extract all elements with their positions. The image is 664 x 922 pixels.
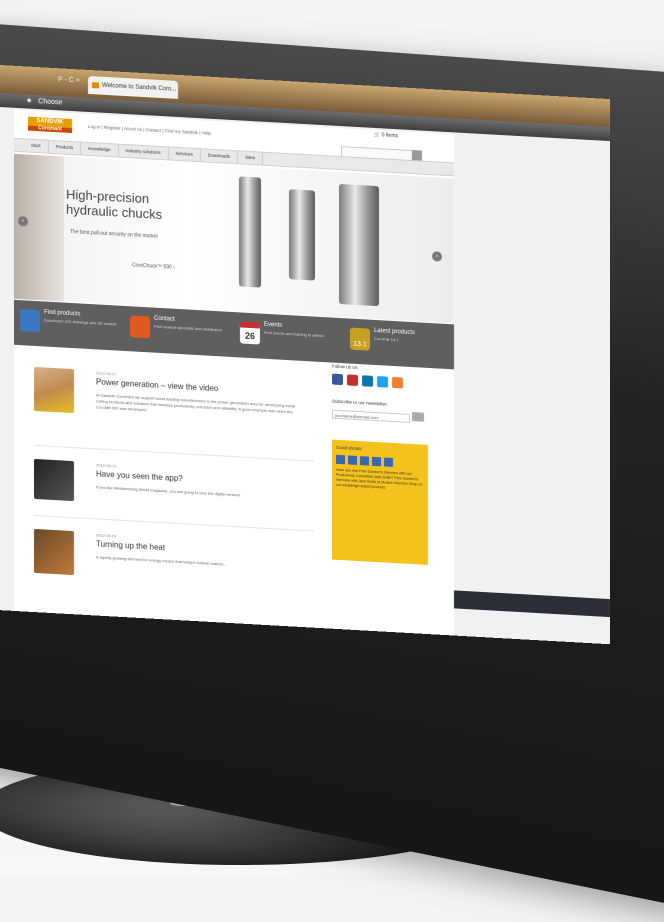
top-links[interactable]: Log in | Register | About us | Contact |… bbox=[88, 124, 211, 136]
cart-link[interactable]: 🛒 0 Items bbox=[374, 132, 398, 139]
catalog-icon bbox=[20, 309, 40, 333]
article-thumbnail bbox=[34, 528, 74, 576]
strip-latest-products[interactable]: 13.1 Latest products CoroPak 13.1 bbox=[344, 318, 454, 369]
menu-label[interactable]: Choose bbox=[38, 98, 62, 106]
monitor-screen: P - C × Welcome to Sandvik Coro... ★ Cho… bbox=[0, 65, 610, 645]
article-date: 2012-09-13 bbox=[96, 462, 117, 469]
hero-subtitle: The best pull-out security on the market bbox=[70, 228, 158, 240]
newsletter-label: Subscribe to our newsletter: bbox=[332, 398, 388, 407]
chat-icon bbox=[130, 315, 150, 339]
rss-icon[interactable] bbox=[392, 376, 403, 389]
tab-title: Welcome to Sandvik Coro... bbox=[102, 82, 177, 93]
newsletter-submit-button[interactable] bbox=[412, 412, 424, 422]
calendar-icon: 26 bbox=[240, 321, 260, 345]
strip-contact[interactable]: Contact Find nearest specialist and dist… bbox=[124, 306, 234, 357]
logo-subtext: Coromant bbox=[28, 125, 72, 134]
article-date: 2012-09-17 bbox=[96, 370, 117, 377]
nav-services[interactable]: Services bbox=[168, 147, 201, 162]
youtube-icon[interactable] bbox=[348, 455, 357, 465]
linkedin-icon[interactable] bbox=[362, 375, 373, 387]
sandvik-logo[interactable]: SANDVIK Coromant bbox=[28, 116, 72, 134]
twitter-icon[interactable] bbox=[372, 456, 381, 467]
chuck-image bbox=[289, 189, 315, 281]
article-thumbnail bbox=[34, 458, 74, 502]
nav-downloads[interactable]: Downloads bbox=[200, 149, 239, 164]
strip-find-products[interactable]: Find products Download CAD drawings and … bbox=[14, 300, 124, 351]
news-article[interactable]: 2012-09-17 Power generation – view the v… bbox=[34, 366, 314, 453]
newsletter-input[interactable]: yourname@domain.com bbox=[332, 409, 410, 423]
cart-count: 0 Items bbox=[381, 132, 399, 140]
facebook-icon[interactable] bbox=[336, 454, 345, 465]
search-button[interactable] bbox=[412, 150, 422, 161]
chuck-image bbox=[239, 176, 261, 288]
article-thumbnail bbox=[34, 366, 74, 414]
article-title[interactable]: Power generation – view the video bbox=[96, 377, 218, 393]
nav-knowledge[interactable]: Knowledge bbox=[81, 142, 119, 157]
news-article[interactable]: 2012-09-03 Turning up the heat A rapidly… bbox=[34, 528, 314, 605]
next-arrow-icon[interactable]: › bbox=[432, 251, 442, 262]
browser-tab[interactable]: Welcome to Sandvik Coro... bbox=[88, 75, 178, 99]
facebook-icon[interactable] bbox=[332, 373, 343, 386]
social-links bbox=[332, 373, 442, 391]
sidebar: Follow us on: Subscribe to our newslette… bbox=[332, 364, 442, 566]
favicon-icon bbox=[92, 82, 99, 89]
nav-industry[interactable]: Industry solutions bbox=[118, 144, 169, 160]
article-body: A rapidly growing demand for energy mean… bbox=[96, 554, 227, 567]
rss-icon[interactable] bbox=[384, 457, 393, 467]
hero-link[interactable]: CoroChuck™ 930 › bbox=[132, 262, 175, 270]
nav-products[interactable]: Products bbox=[48, 140, 82, 155]
youtube-icon[interactable] bbox=[347, 374, 358, 387]
article-date: 2012-09-03 bbox=[96, 532, 117, 539]
article-title[interactable]: Turning up the heat bbox=[96, 539, 165, 552]
browser-nav[interactable]: P - C × bbox=[58, 76, 80, 84]
chuck-image bbox=[339, 183, 379, 307]
linkedin-icon[interactable] bbox=[360, 456, 369, 466]
box-text: Have you met Pete Goheen's interview wit… bbox=[336, 467, 423, 490]
favorites-icon[interactable]: ★ bbox=[26, 97, 32, 104]
good-shouts-box: Good shouts Have you met Pete Goheen's i… bbox=[332, 439, 428, 565]
hero-title: High-precision hydraulic chucks bbox=[66, 187, 162, 222]
news-article[interactable]: 2012-09-13 Have you seen the app? If you… bbox=[34, 458, 314, 525]
article-body: At Sandvik Coromant we support world lea… bbox=[96, 392, 295, 415]
nav-start[interactable]: Start bbox=[24, 139, 49, 153]
prev-arrow-icon[interactable]: ‹ bbox=[18, 216, 28, 227]
article-body: If you like Metalworking World magazine,… bbox=[96, 484, 241, 498]
twitter-icon[interactable] bbox=[377, 376, 388, 388]
os-taskbar bbox=[454, 590, 610, 618]
hero-banner: ‹ › High-precision hydraulic chucks The … bbox=[14, 153, 454, 324]
web-page: SANDVIK Coromant Log in | Register | Abo… bbox=[14, 109, 454, 641]
article-title[interactable]: Have you seen the app? bbox=[96, 469, 183, 483]
product-icon: 13.1 bbox=[350, 327, 370, 351]
nav-sites[interactable]: Sites bbox=[238, 151, 264, 165]
hero-image-left bbox=[14, 153, 64, 302]
strip-events[interactable]: 26 Events Find events and training to at… bbox=[234, 312, 344, 363]
